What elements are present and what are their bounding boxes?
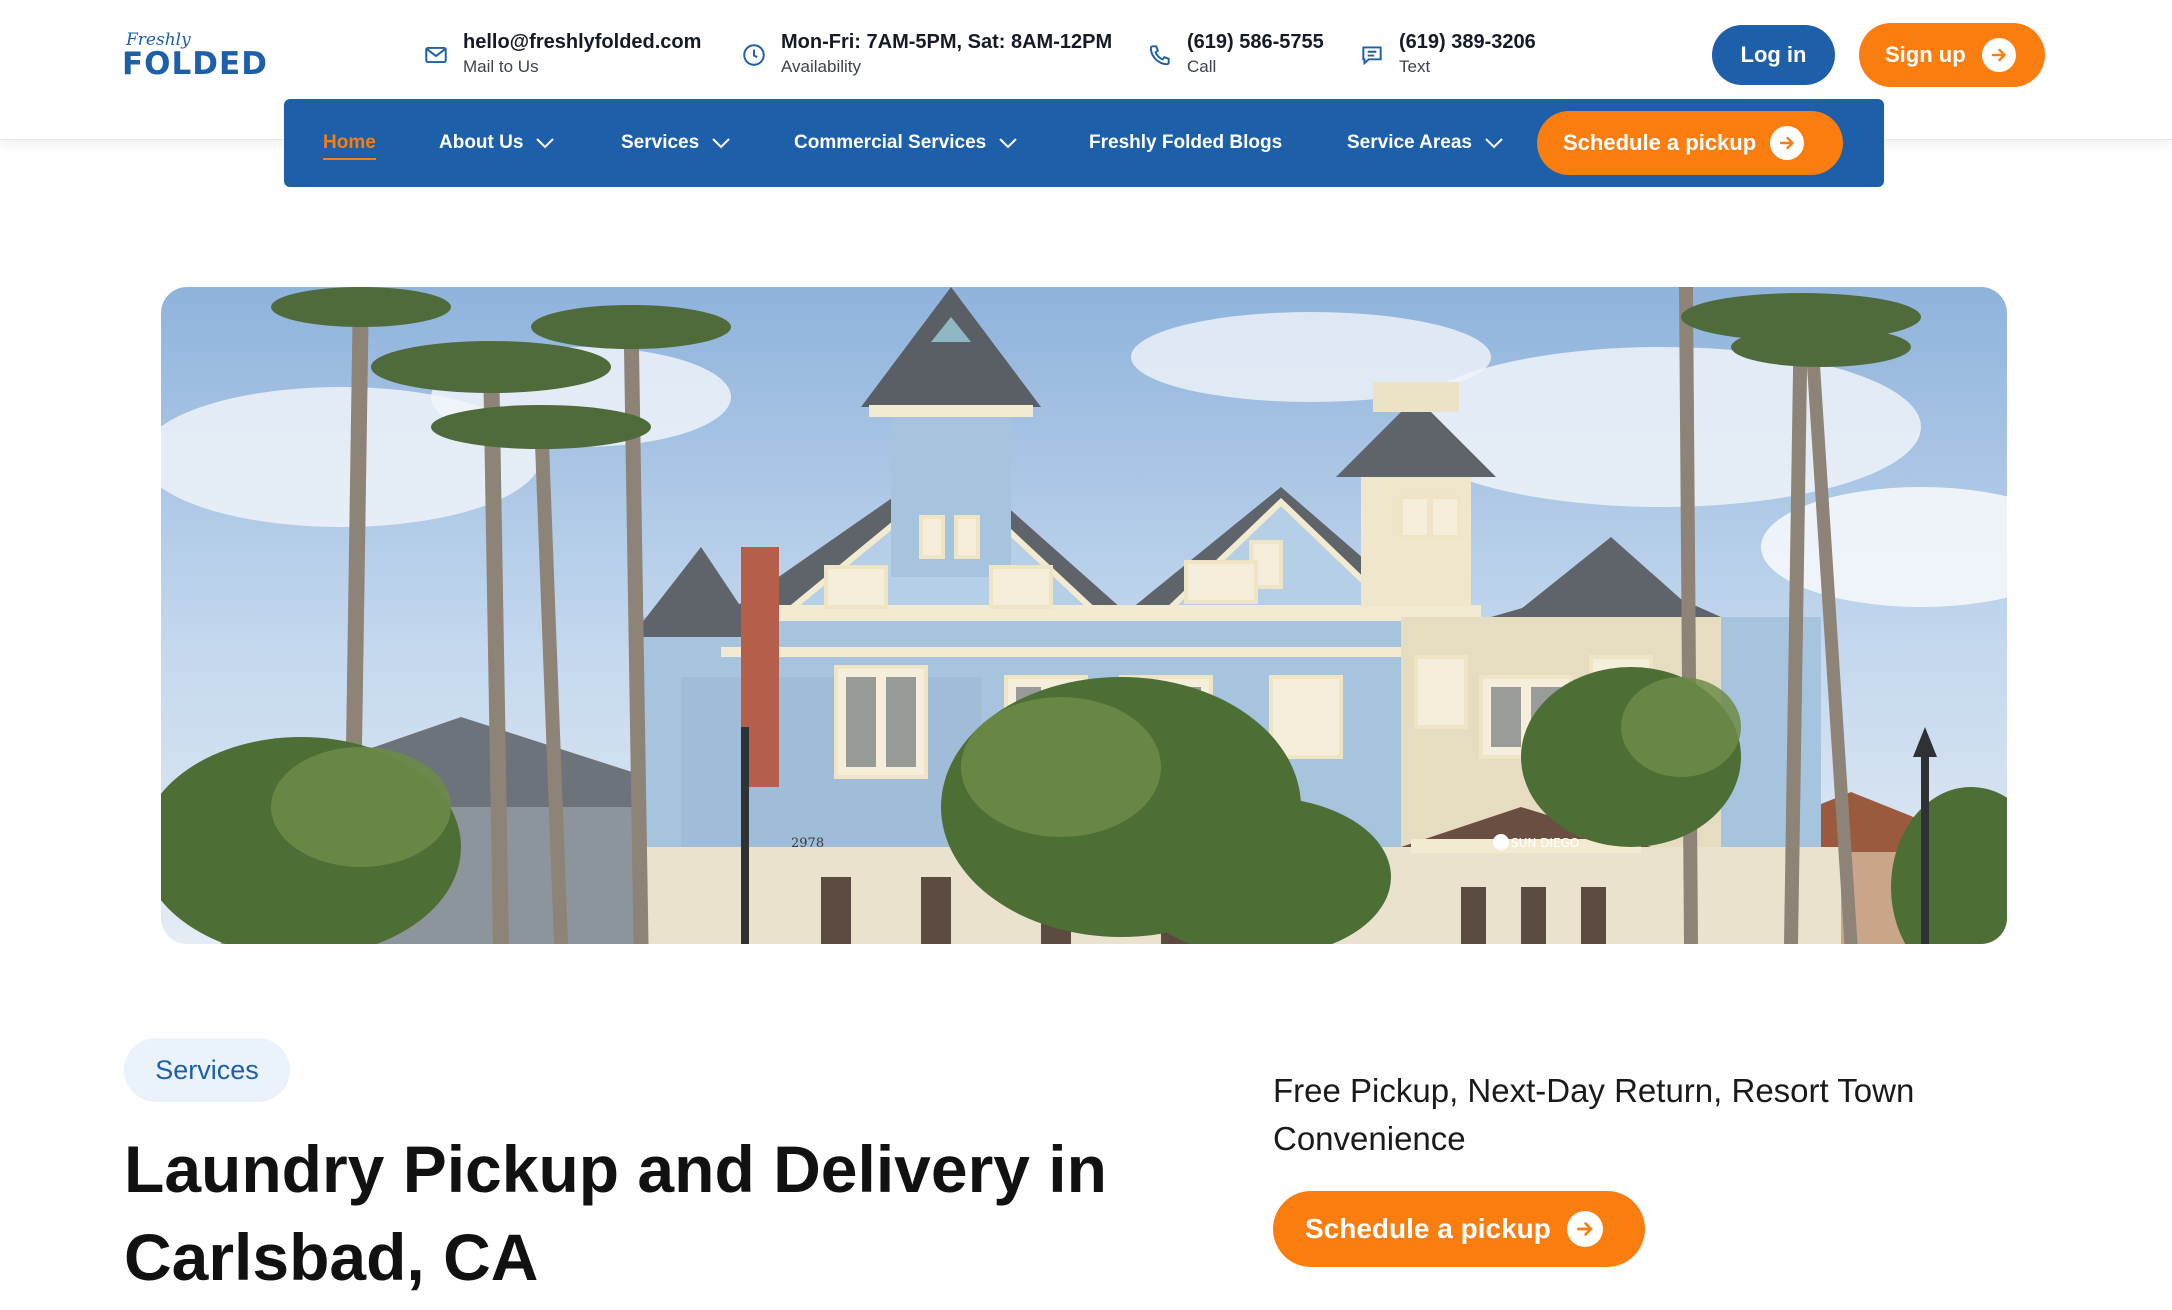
contact-hours-label: Availability (781, 57, 862, 76)
nav-schedule-pickup-label: Schedule a pickup (1563, 130, 1757, 155)
contact-email-value: hello@freshlyfolded.com (463, 31, 702, 53)
chat-icon (1359, 42, 1385, 68)
nav-item-service-areas-label: Service Areas (1347, 132, 1473, 153)
contact-phone-value: (619) 586-5755 (1187, 31, 1324, 53)
contact-email-label: Mail to Us (463, 57, 539, 76)
arrow-right-icon (1981, 38, 2016, 72)
contact-text-value: (619) 389-3206 (1399, 31, 1536, 53)
schedule-pickup-label: Schedule a pickup (1305, 1213, 1551, 1244)
tagline: Free Pickup, Next-Day Return, Resort Tow… (1273, 1072, 1915, 1157)
contact-hours: Mon-Fri: 7AM-5PM, Sat: 8AM-12PM Availabi… (741, 30, 1112, 80)
nav-item-services-label: Services (621, 132, 700, 153)
nav-item-commercial-services[interactable]: Commercial Services (794, 99, 1018, 187)
signup-button[interactable]: Sign up (1859, 23, 2045, 87)
nav-item-about-us[interactable]: About Us (439, 99, 555, 187)
login-button[interactable]: Log in (1712, 25, 1835, 85)
nav-item-home-label: Home (323, 132, 376, 160)
phone-icon (1147, 42, 1173, 68)
logo-main-text: FOLDED (122, 46, 268, 82)
arrow-right-icon (1770, 126, 1805, 160)
nav-item-services[interactable]: Services (621, 99, 731, 187)
chevron-down-icon (536, 138, 555, 149)
freshly-folded-logo[interactable]: Freshly FOLDED (122, 30, 267, 82)
contact-hours-value: Mon-Fri: 7AM-5PM, Sat: 8AM-12PM (781, 31, 1113, 53)
chevron-down-icon (1485, 138, 1503, 149)
contact-text-label: Text (1399, 57, 1431, 76)
nav-item-home[interactable]: Home (323, 99, 376, 187)
chevron-down-icon (712, 138, 730, 149)
hero-image: SUN DIEGO 2978 (161, 287, 2007, 944)
address-number-text: 2978 (791, 836, 824, 851)
signup-button-label: Sign up (1885, 42, 1966, 67)
clock-icon (741, 42, 767, 68)
nav-item-commercial-services-label: Commercial Services (794, 132, 987, 153)
chevron-down-icon (999, 138, 1017, 149)
contact-email[interactable]: hello@freshlyfolded.com Mail to Us (423, 30, 701, 80)
nav-schedule-pickup-button[interactable]: Schedule a pickup (1537, 111, 1843, 175)
main-navigation: Home About Us Services Commercial Servic… (284, 99, 1884, 187)
victorian-building-illustration: SUN DIEGO 2978 (161, 287, 2007, 944)
contact-phone-label: Call (1187, 57, 1217, 76)
arrow-right-icon (1566, 1211, 1603, 1247)
page-title: Laundry Pickup and Delivery in Carlsbad,… (124, 1132, 1107, 1294)
mail-icon (423, 42, 449, 68)
nav-item-about-us-label: About Us (439, 132, 524, 153)
nav-item-service-areas[interactable]: Service Areas (1347, 99, 1504, 187)
nav-item-blogs-label: Freshly Folded Blogs (1089, 132, 1283, 153)
porch-sign-text: SUN DIEGO (1511, 836, 1579, 850)
schedule-pickup-button[interactable]: Schedule a pickup (1273, 1191, 1645, 1267)
nav-item-blogs[interactable]: Freshly Folded Blogs (1089, 99, 1282, 187)
contact-text[interactable]: (619) 389-3206 Text (1359, 30, 1536, 80)
services-pill: Services (124, 1038, 290, 1102)
contact-phone[interactable]: (619) 586-5755 Call (1147, 30, 1324, 80)
